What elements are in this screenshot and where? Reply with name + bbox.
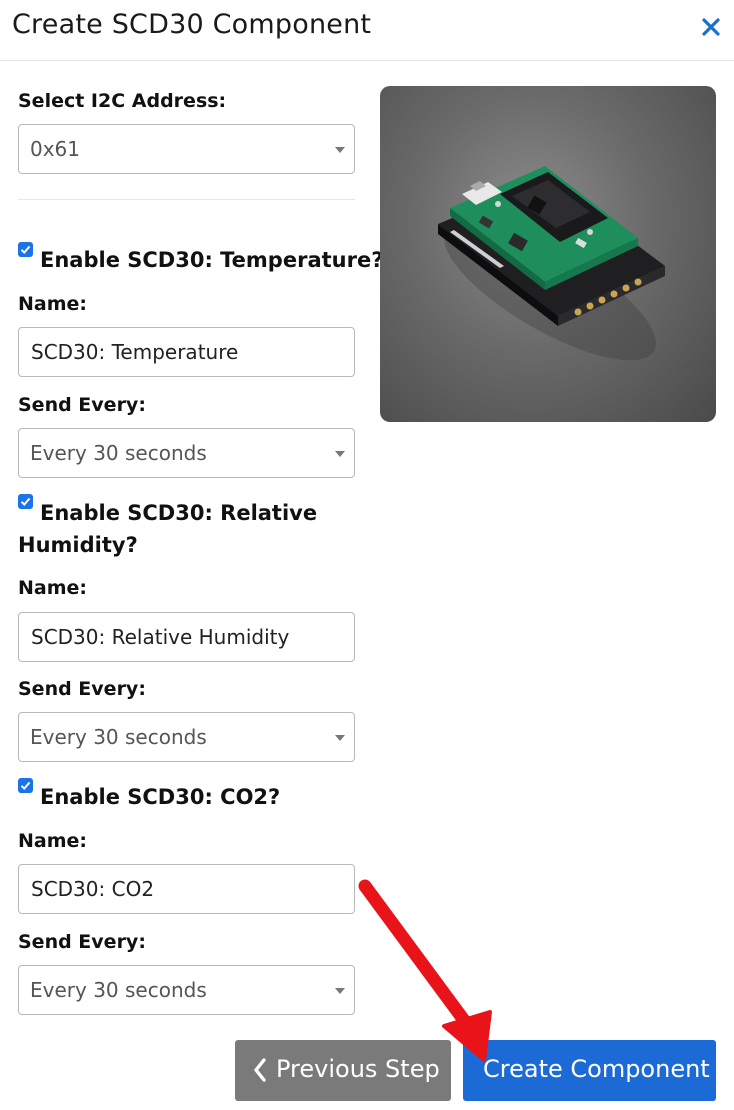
humidity-enable-label-line1: Enable SCD30: Relative <box>40 501 318 525</box>
temperature-enable-label: Enable SCD30: Temperature? <box>40 248 384 272</box>
temperature-enable-checkbox[interactable] <box>18 242 33 257</box>
create-component-label: Create Component <box>483 1055 710 1083</box>
humidity-enable-checkbox[interactable] <box>18 494 33 509</box>
chevron-down-icon <box>335 988 345 994</box>
sensor-product-image <box>380 86 716 422</box>
create-component-button[interactable]: Create Component <box>463 1040 716 1101</box>
chevron-down-icon <box>335 147 345 153</box>
humidity-name-value: SCD30: Relative Humidity <box>31 625 290 649</box>
modal-title: Create SCD30 Component <box>12 9 372 40</box>
previous-step-button[interactable]: Previous Step <box>235 1040 451 1101</box>
co2-enable-checkbox[interactable] <box>18 778 33 793</box>
i2c-address-select[interactable]: 0x61 <box>18 124 355 174</box>
humidity-send-every-select[interactable]: Every 30 seconds <box>18 712 355 762</box>
co2-send-every-select[interactable]: Every 30 seconds <box>18 965 355 1015</box>
temperature-send-every-value: Every 30 seconds <box>30 441 207 465</box>
temperature-name-input[interactable]: SCD30: Temperature <box>18 327 355 377</box>
previous-step-label: Previous Step <box>276 1055 440 1083</box>
co2-name-value: SCD30: CO2 <box>31 877 155 901</box>
humidity-name-label: Name: <box>18 577 88 599</box>
temperature-send-every-select[interactable]: Every 30 seconds <box>18 428 355 478</box>
co2-name-label: Name: <box>18 830 88 852</box>
temperature-name-label: Name: <box>18 293 88 315</box>
chevron-left-icon <box>252 1057 268 1089</box>
chevron-down-icon <box>335 735 345 741</box>
humidity-enable-label-line2: Humidity? <box>18 533 138 557</box>
section-divider <box>18 199 355 200</box>
chevron-down-icon <box>335 451 345 457</box>
create-component-modal: Create SCD30 Component Select I2C Addres… <box>0 0 734 1110</box>
modal-header: Create SCD30 Component <box>0 0 734 61</box>
close-icon[interactable] <box>697 13 725 41</box>
co2-enable-label: Enable SCD30: CO2? <box>40 785 281 809</box>
humidity-send-every-label: Send Every: <box>18 678 146 700</box>
temperature-send-every-label: Send Every: <box>18 394 146 416</box>
co2-name-input[interactable]: SCD30: CO2 <box>18 864 355 914</box>
i2c-address-value: 0x61 <box>30 137 81 161</box>
i2c-address-label: Select I2C Address: <box>18 90 227 112</box>
humidity-send-every-value: Every 30 seconds <box>30 725 207 749</box>
humidity-name-input[interactable]: SCD30: Relative Humidity <box>18 612 355 662</box>
co2-send-every-value: Every 30 seconds <box>30 978 207 1002</box>
co2-send-every-label: Send Every: <box>18 931 146 953</box>
temperature-name-value: SCD30: Temperature <box>31 340 239 364</box>
